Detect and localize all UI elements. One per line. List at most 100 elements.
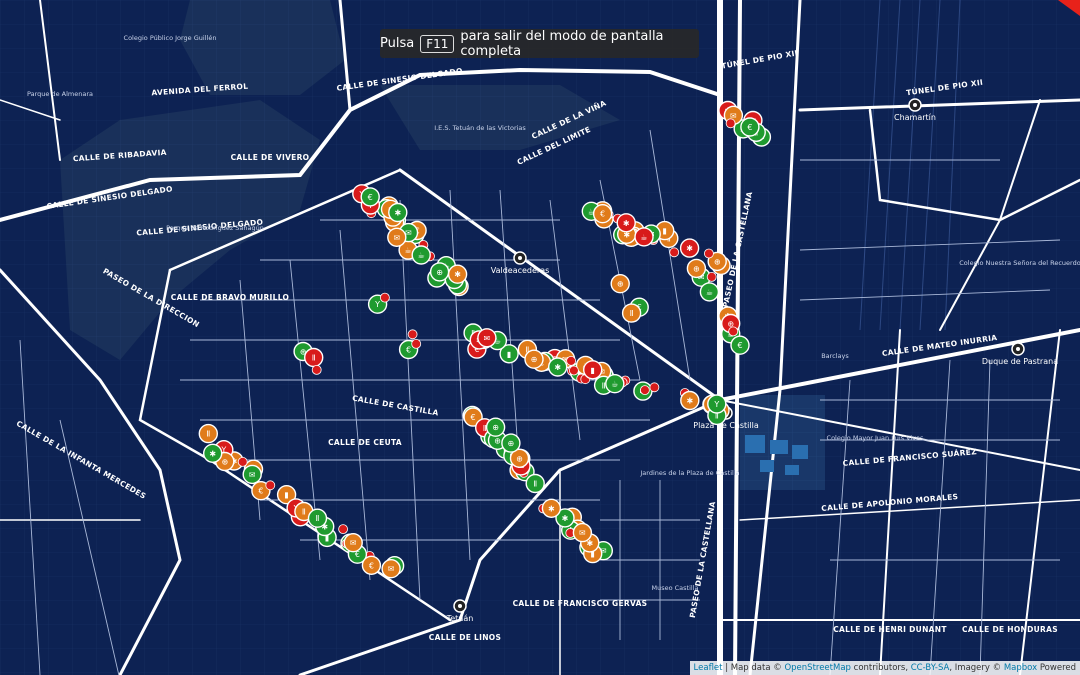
- poi-marker-icon: [566, 355, 576, 366]
- poi-marker[interactable]: Ⅱ: [307, 508, 328, 528]
- poi-label: Museo Castilla: [651, 584, 698, 592]
- poi-marker[interactable]: [265, 480, 276, 491]
- poi-marker[interactable]: [706, 271, 717, 282]
- poi-marker[interactable]: ⊕: [524, 349, 544, 369]
- poi-marker[interactable]: Ⅱ: [621, 303, 642, 323]
- poi-marker[interactable]: [237, 456, 248, 467]
- poi-marker[interactable]: [379, 292, 390, 303]
- street-label: CALLE DE LINOS: [429, 633, 501, 642]
- poi-glyph: ⊕: [693, 264, 700, 273]
- poi-glyph: ✱: [562, 514, 569, 523]
- poi-marker[interactable]: ⊕: [429, 262, 450, 282]
- poi-marker[interactable]: [649, 382, 660, 393]
- license-link[interactable]: CC-BY-SA: [911, 663, 950, 673]
- poi-marker[interactable]: ✉: [381, 559, 401, 579]
- poi-marker-icon: [706, 271, 717, 282]
- poi-marker-icon: [311, 364, 322, 375]
- street-label: CALLE DE CEUTA: [328, 438, 402, 447]
- poi-glyph: ▮: [507, 350, 511, 359]
- poi-marker[interactable]: Y: [707, 394, 727, 414]
- poi-marker[interactable]: [411, 338, 422, 349]
- poi-glyph: ☕: [405, 246, 412, 255]
- poi-marker[interactable]: ✱: [616, 213, 636, 233]
- poi-glyph: ✉: [579, 529, 586, 538]
- poi-marker[interactable]: [669, 247, 680, 258]
- poi-marker[interactable]: ✱: [541, 498, 562, 518]
- poi-marker[interactable]: Ⅱ: [304, 347, 324, 368]
- poi-marker[interactable]: ✱: [679, 238, 700, 258]
- poi-marker[interactable]: €: [360, 187, 380, 207]
- poi-glyph: Ⅱ: [316, 514, 320, 523]
- poi-label: Jardines de la Plaza de Castilla: [639, 469, 739, 477]
- poi-glyph: ☕: [418, 251, 425, 260]
- poi-glyph: Ⅱ: [602, 381, 606, 390]
- osm-link[interactable]: OpenStreetMap: [784, 663, 850, 673]
- poi-marker[interactable]: ✱: [680, 390, 700, 411]
- poi-glyph: ✉: [388, 565, 395, 574]
- poi-marker[interactable]: Ⅱ: [198, 423, 219, 444]
- station-label: Duque de Pastrana: [982, 357, 1058, 366]
- poi-marker[interactable]: ⊕: [485, 417, 506, 437]
- poi-marker[interactable]: ✱: [202, 443, 223, 463]
- poi-marker[interactable]: ✱: [388, 202, 408, 223]
- poi-marker-icon: [704, 248, 714, 259]
- poi-marker[interactable]: ⊕: [501, 433, 521, 453]
- poi-glyph: ⊕: [714, 257, 721, 266]
- poi-marker-icon: [379, 292, 390, 303]
- poi-glyph: €: [369, 561, 374, 570]
- corner-marker: [1058, 0, 1080, 16]
- poi-marker[interactable]: ✱: [548, 357, 568, 377]
- poi-marker[interactable]: €: [361, 555, 382, 575]
- poi-marker[interactable]: [640, 385, 650, 396]
- poi-marker[interactable]: ✱: [447, 264, 468, 284]
- poi-marker[interactable]: ✉: [387, 227, 407, 248]
- poi-glyph: ⊕: [436, 268, 443, 277]
- poi-glyph: €: [747, 123, 752, 132]
- fullscreen-suffix: para salir del modo de pantalla completa: [460, 28, 664, 59]
- poi-glyph: Y: [713, 400, 719, 409]
- poi-glyph: €: [471, 413, 476, 422]
- poi-marker[interactable]: ✉: [477, 328, 497, 348]
- map-canvas[interactable]: CALLE DE SINESIO DELGADOCALLE DE SINESIO…: [0, 0, 1080, 675]
- station-label: Chamartín: [894, 113, 936, 122]
- poi-marker[interactable]: €: [740, 117, 760, 137]
- poi-marker[interactable]: Ⅱ: [525, 473, 545, 494]
- poi-marker[interactable]: ☕: [411, 245, 431, 265]
- leaflet-link[interactable]: Leaflet: [694, 663, 723, 673]
- poi-marker[interactable]: ☕: [699, 282, 720, 302]
- poi-glyph: €: [406, 346, 411, 355]
- station-label: Valdeacederas: [491, 266, 550, 275]
- poi-marker[interactable]: ✉: [242, 464, 262, 485]
- poi-marker[interactable]: [569, 365, 579, 376]
- poi-glyph: ☕: [706, 288, 713, 297]
- poi-marker[interactable]: ☕: [634, 227, 654, 247]
- poi-marker[interactable]: [311, 364, 322, 375]
- poi-marker[interactable]: [338, 524, 349, 534]
- poi-marker[interactable]: [566, 355, 576, 366]
- mapbox-link[interactable]: Mapbox: [1004, 663, 1037, 673]
- poi-marker[interactable]: ✉: [343, 533, 363, 553]
- poi-marker[interactable]: ☕: [605, 374, 625, 394]
- poi-marker[interactable]: €: [592, 203, 613, 224]
- street-label: CALLE DE VIVERO: [231, 153, 310, 162]
- poi-label: I.E.S. Tetuán de las Victorias: [434, 124, 526, 132]
- poi-label: Colegio Público Jorge Guillén: [124, 34, 217, 42]
- poi-glyph: €: [258, 487, 263, 496]
- poi-marker[interactable]: €: [730, 335, 750, 355]
- poi-glyph: ✉: [484, 334, 491, 343]
- poi-glyph: ✱: [686, 397, 693, 406]
- poi-marker[interactable]: ✉: [572, 522, 593, 543]
- poi-marker[interactable]: ▮: [583, 360, 603, 380]
- street-label: CALLE DE HONDURAS: [962, 625, 1058, 634]
- poi-marker[interactable]: ⊕: [610, 274, 630, 294]
- poi-marker[interactable]: [728, 326, 739, 337]
- poi-glyph: ✉: [393, 233, 400, 242]
- poi-marker[interactable]: [407, 329, 418, 340]
- poi-marker[interactable]: [704, 248, 714, 259]
- poi-marker[interactable]: [725, 118, 736, 129]
- poi-label: Barclays: [821, 352, 849, 360]
- poi-label: Colegio Nuestra Señora del Recuerdo: [959, 259, 1080, 267]
- poi-glyph: €: [737, 341, 742, 350]
- poi-marker[interactable]: ⊕: [686, 258, 707, 279]
- poi-glyph: ✱: [554, 363, 561, 372]
